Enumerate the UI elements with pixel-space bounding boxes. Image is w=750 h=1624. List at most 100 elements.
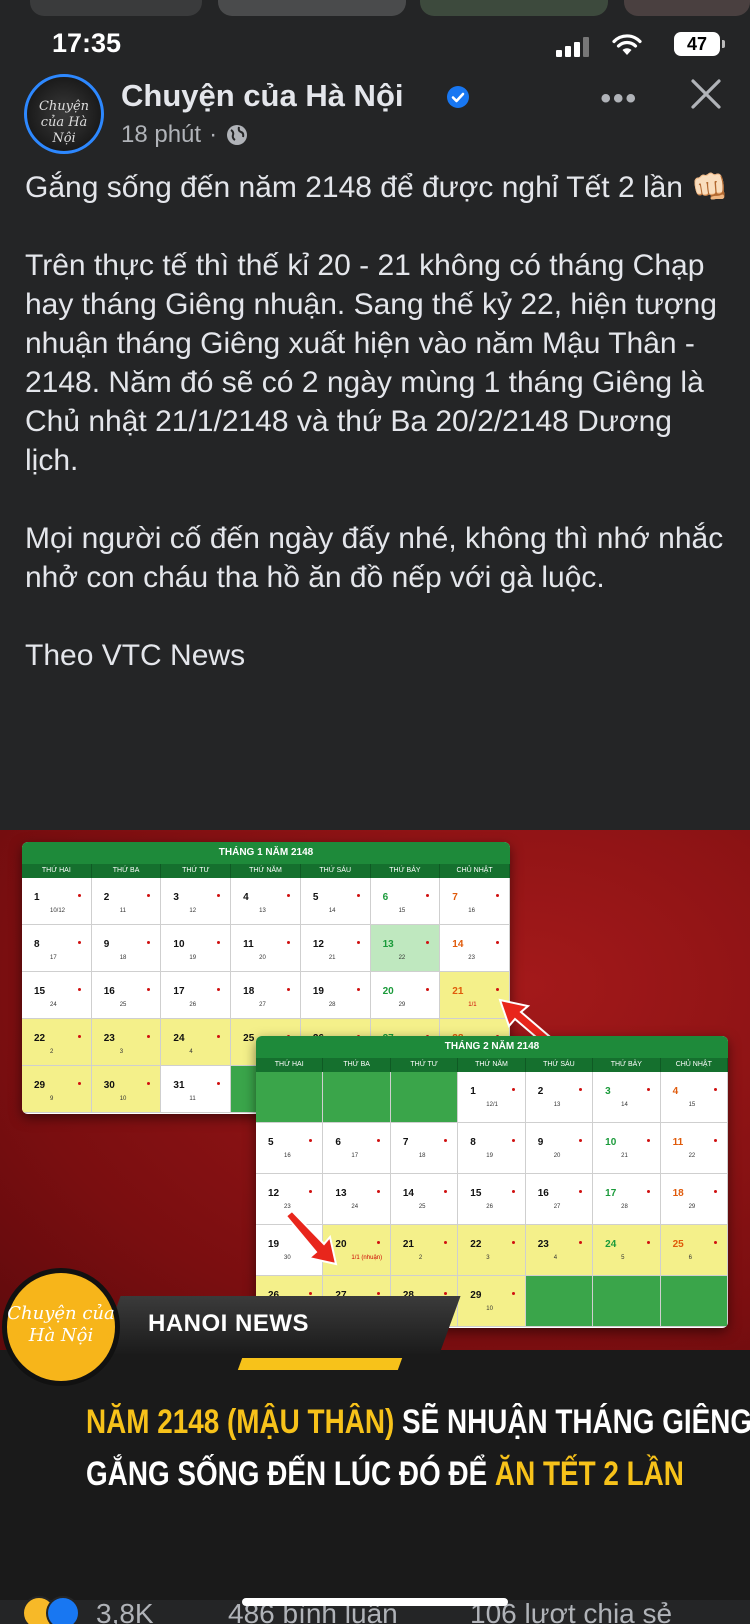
post-image[interactable]: THÁNG 1 NĂM 2148 THỨ HAI THỨ BA THỨ TƯ THỨ … — [0, 830, 750, 1600]
signal-icon — [556, 37, 589, 57]
story-thumbnail[interactable] — [624, 0, 750, 16]
red-dot-icon — [511, 1241, 515, 1244]
day-number: 16 — [537, 1188, 549, 1199]
calendar-day-cell: 14 25 — [390, 1174, 459, 1225]
lunar-date: 10 — [119, 1096, 127, 1102]
red-dot-icon — [579, 1088, 583, 1091]
headline-part: GẮNG SỐNG ĐẾN LÚC ĐÓ ĐỂ — [86, 1455, 495, 1493]
red-dot-icon — [714, 1190, 717, 1193]
red-dot-icon — [147, 1082, 151, 1085]
lunar-date: 3 — [119, 1049, 124, 1055]
lunar-date: 19 — [189, 955, 197, 961]
calendar-day-cell: 9 20 — [525, 1123, 594, 1174]
weekday-label: THỨ TƯ — [161, 864, 232, 878]
post-meta: 18 phút · — [121, 121, 249, 149]
red-dot-icon — [714, 1139, 717, 1142]
day-number: 18 — [243, 986, 255, 997]
calendar-day-cell: 15 24 — [22, 972, 92, 1019]
calendar-day-cell: 11 22 — [660, 1123, 728, 1174]
arrow-icon — [284, 1212, 338, 1266]
status-time: 17:35 — [52, 28, 122, 58]
brand-logo: Chuyện của Hà Nội — [2, 1268, 120, 1386]
calendar-day-cell: 21 2 — [390, 1225, 459, 1276]
reactions-count[interactable]: 3,8K — [96, 1598, 154, 1624]
calendar-day-cell: 17 26 — [161, 972, 232, 1019]
calendar-day-cell: 1 12/1 — [458, 1072, 526, 1123]
calendar-day-cell: 31 11 — [161, 1066, 232, 1113]
weekday-label: THỨ BA — [92, 864, 162, 878]
lunar-date: 16 — [468, 908, 475, 914]
day-number: 12 — [268, 1188, 280, 1199]
red-dot-icon — [376, 1190, 380, 1193]
reaction-icons[interactable] — [22, 1596, 80, 1624]
calendar-day-cell: 5 16 — [256, 1123, 324, 1174]
red-dot-icon — [511, 1190, 515, 1193]
calendar-day-cell: 1 10/12 — [22, 878, 92, 925]
calendar-weekdays: THỨ HAI THỨ BA THỨ TƯ THỨ NĂM THỨ SÁU THỨ BẢY… — [22, 864, 510, 878]
lunar-date: 6 — [688, 1255, 692, 1261]
day-number: 10 — [173, 939, 185, 950]
calendar-day-cell: 24 4 — [161, 1019, 232, 1066]
headline-line-2: GẮNG SỐNG ĐẾN LÚC ĐÓ ĐỂ ĂN TẾT 2 LẦN — [86, 1448, 750, 1500]
calendar-day-cell: 22 2 — [22, 1019, 92, 1066]
day-number: 29 — [34, 1080, 46, 1091]
lunar-date: 3 — [486, 1255, 490, 1261]
day-number: 14 — [402, 1188, 414, 1199]
headline-line-1: NĂM 2148 (MẬU THÂN) SẼ NHUẬN THÁNG GIÊNG — [86, 1396, 750, 1448]
calendar-day-cell: 11 20 — [231, 925, 301, 972]
day-number: 15 — [34, 986, 46, 997]
lunar-date: 22 — [398, 955, 406, 961]
page-avatar[interactable]: Chuyện của Hà Nội — [24, 74, 104, 154]
lunar-date: 28 — [328, 1002, 336, 1008]
calendar-weekdays: THỨ HAI THỨ BA THỨ TƯ THỨ NĂM THỨ SÁU THỨ BẢY… — [256, 1058, 728, 1072]
day-number: 23 — [537, 1239, 549, 1250]
red-dot-icon — [646, 1088, 650, 1091]
red-dot-icon — [77, 1082, 81, 1085]
calendar-day-cell: 8 17 — [22, 925, 92, 972]
red-dot-icon — [426, 941, 430, 944]
story-thumbnail[interactable] — [420, 0, 608, 16]
lunar-date: 28 — [621, 1204, 628, 1210]
page-name[interactable]: Chuyện của Hà Nội — [121, 78, 404, 114]
day-number: 10 — [605, 1137, 617, 1148]
story-thumbnails — [0, 0, 750, 20]
day-number: 30 — [103, 1080, 115, 1091]
story-thumbnail[interactable] — [218, 0, 406, 16]
red-dot-icon — [217, 1082, 221, 1085]
red-dot-icon — [511, 1139, 515, 1142]
lunar-date: 1/1 (nhuận) — [351, 1255, 383, 1261]
calendar-day-cell: 7 18 — [390, 1123, 459, 1174]
more-options-icon[interactable]: ••• — [600, 82, 638, 116]
calendar-day-cell: 16 25 — [91, 972, 162, 1019]
weekday-label: THỨ NĂM — [231, 864, 301, 878]
calendar-day-cell: 23 4 — [525, 1225, 594, 1276]
headline-part: NĂM 2148 — [86, 1403, 228, 1441]
day-number: 20 — [382, 986, 394, 997]
lunar-date: 15 — [398, 908, 406, 914]
status-bar: 17:35 47 — [0, 28, 750, 64]
image-headline: NĂM 2148 (MẬU THÂN) SẼ NHUẬN THÁNG GIÊNG… — [86, 1396, 750, 1500]
lunar-date: 24 — [50, 1002, 57, 1008]
red-dot-icon — [217, 894, 221, 897]
day-number: 23 — [103, 1033, 115, 1044]
day-number: 2 — [103, 892, 110, 903]
story-thumbnail[interactable] — [30, 0, 202, 16]
day-number: 16 — [103, 986, 115, 997]
post-time[interactable]: 18 phút — [121, 121, 201, 149]
home-indicator[interactable] — [242, 1598, 508, 1606]
lunar-date: 23 — [284, 1204, 291, 1210]
weekday-label: THỨ SÁU — [301, 864, 371, 878]
close-icon[interactable] — [688, 76, 724, 112]
calendar-day-cell: 2 13 — [525, 1072, 594, 1123]
day-number: 8 — [470, 1137, 476, 1148]
day-number: 13 — [382, 939, 394, 950]
calendar-day-cell: 15 26 — [458, 1174, 526, 1225]
banner-accent — [237, 1358, 403, 1370]
day-number: 7 — [452, 892, 458, 903]
day-number: 11 — [672, 1137, 684, 1148]
red-dot-icon — [77, 988, 81, 991]
globe-icon — [227, 125, 248, 145]
wifi-icon — [612, 34, 642, 55]
calendar-day-cell — [256, 1072, 324, 1123]
lunar-date: 16 — [284, 1153, 291, 1159]
